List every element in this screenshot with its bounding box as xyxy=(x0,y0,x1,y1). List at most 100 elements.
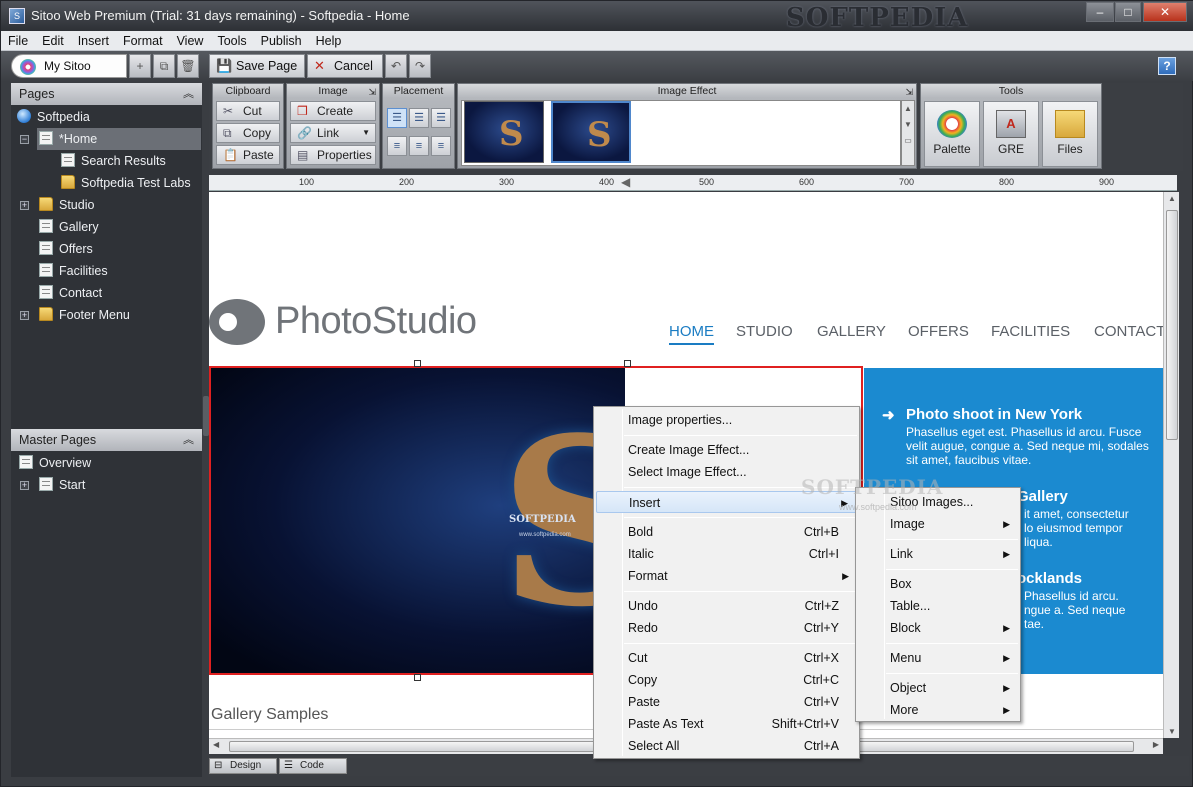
menu-item-bold[interactable]: Bold Ctrl+B xyxy=(596,521,857,543)
tree-toggle-icon[interactable]: + xyxy=(20,481,29,490)
tree-item-gallery[interactable]: Gallery xyxy=(39,216,99,238)
menu-item-italic[interactable]: Italic Ctrl+I xyxy=(596,543,857,565)
tree-item-facilities[interactable]: Facilities xyxy=(39,260,108,282)
nav-studio[interactable]: STUDIO xyxy=(736,323,793,340)
link-button[interactable]: 🔗 Link ▼ xyxy=(290,123,376,143)
align-center-wrap-icon[interactable]: ☰ xyxy=(409,108,429,128)
menu-item-copy[interactable]: Copy Ctrl+C xyxy=(596,669,857,691)
nav-facilities[interactable]: FACILITIES xyxy=(991,323,1070,340)
vertical-scrollbar[interactable]: ▲ ▼ xyxy=(1163,192,1179,738)
scroll-down-icon[interactable]: ▼ xyxy=(1168,727,1176,736)
nav-gallery[interactable]: GALLERY xyxy=(817,323,886,340)
nav-contact[interactable]: CONTACT xyxy=(1094,323,1163,340)
minimize-button[interactable]: – xyxy=(1086,2,1114,22)
my-sitoo-button[interactable]: My Sitoo xyxy=(11,54,127,78)
palette-button[interactable]: Palette xyxy=(924,101,980,167)
tree-item-start[interactable]: Start xyxy=(39,474,85,496)
resize-handle[interactable] xyxy=(414,674,421,681)
menu-insert[interactable]: Insert xyxy=(71,31,116,51)
menu-view[interactable]: View xyxy=(170,31,211,51)
menu-item-format[interactable]: Format ▶ xyxy=(596,565,857,587)
menu-item-redo[interactable]: Redo Ctrl+Y xyxy=(596,617,857,639)
help-button[interactable]: ? xyxy=(1158,57,1176,75)
save-page-button[interactable]: 💾 Save Page xyxy=(209,54,305,78)
menu-item-create-image-effect[interactable]: Create Image Effect... xyxy=(596,439,857,461)
menu-item-object[interactable]: Object ▶ xyxy=(858,677,1018,699)
pages-panel-header[interactable]: Pages ︽ xyxy=(11,83,202,105)
vertical-scroll-thumb[interactable] xyxy=(1166,210,1178,440)
tree-item-home[interactable]: *Home xyxy=(37,128,201,150)
menu-item-box[interactable]: Box xyxy=(858,573,1018,595)
menu-item-menu[interactable]: Menu ▶ xyxy=(858,647,1018,669)
tree-toggle-icon[interactable]: − xyxy=(20,135,29,144)
properties-button[interactable]: ▤ Properties xyxy=(290,145,376,165)
nav-offers[interactable]: OFFERS xyxy=(908,323,969,340)
tree-item-search-results[interactable]: Search Results xyxy=(61,150,166,172)
menu-item-image[interactable]: Image ▶ xyxy=(858,513,1018,535)
tree-item-footer-menu[interactable]: Footer Menu xyxy=(39,304,130,326)
news-heading-1[interactable]: Photo shoot in New York xyxy=(906,406,1082,423)
menu-item-link[interactable]: Link ▶ xyxy=(858,543,1018,565)
create-button[interactable]: ❒ Create xyxy=(290,101,376,121)
scroll-right-icon[interactable]: ▶ xyxy=(1153,740,1159,749)
collapse-chevron-icon[interactable]: ︽ xyxy=(183,429,194,451)
menu-help[interactable]: Help xyxy=(309,31,349,51)
tree-toggle-icon[interactable]: + xyxy=(20,311,29,320)
menu-item-more[interactable]: More ▶ xyxy=(858,699,1018,721)
cut-button[interactable]: ✂ Cut xyxy=(216,101,280,121)
menu-format[interactable]: Format xyxy=(116,31,170,51)
menu-item-cut[interactable]: Cut Ctrl+X xyxy=(596,647,857,669)
undo-icon[interactable]: ↶ xyxy=(385,54,407,78)
paste-button[interactable]: 📋 Paste xyxy=(216,145,280,165)
copy-page-icon[interactable]: ⧉ xyxy=(153,54,175,78)
nav-home[interactable]: HOME xyxy=(669,323,714,345)
menu-item-table[interactable]: Table... xyxy=(858,595,1018,617)
redo-icon[interactable]: ↷ xyxy=(409,54,431,78)
tree-item-root[interactable]: Softpedia xyxy=(17,106,90,128)
menu-item-block[interactable]: Block ▶ xyxy=(858,617,1018,639)
cancel-button[interactable]: ✕ Cancel xyxy=(307,54,383,78)
resize-handle[interactable] xyxy=(414,360,421,367)
tree-item-contact[interactable]: Contact xyxy=(39,282,102,304)
tree-item-offers[interactable]: Offers xyxy=(39,238,93,260)
tree-item-test-labs[interactable]: Softpedia Test Labs xyxy=(61,172,191,194)
menu-publish[interactable]: Publish xyxy=(254,31,309,51)
scroll-left-icon[interactable]: ◀ xyxy=(213,740,219,749)
scroll-up-icon[interactable]: ▲ xyxy=(1168,194,1176,203)
news-heading-3[interactable]: ocklands xyxy=(1017,570,1082,587)
menu-tools[interactable]: Tools xyxy=(210,31,253,51)
menu-item-select-all[interactable]: Select All Ctrl+A xyxy=(596,735,857,757)
align-left-icon[interactable]: ≡ xyxy=(387,136,407,156)
menu-item-undo[interactable]: Undo Ctrl+Z xyxy=(596,595,857,617)
menu-item-paste[interactable]: Paste Ctrl+V xyxy=(596,691,857,713)
collapse-chevron-icon[interactable]: ︽ xyxy=(183,83,194,105)
menu-file[interactable]: File xyxy=(1,31,35,51)
close-button[interactable]: ✕ xyxy=(1143,2,1187,22)
menu-item-paste-as-text[interactable]: Paste As Text Shift+Ctrl+V xyxy=(596,713,857,735)
effect-thumbnail-selected[interactable]: S xyxy=(551,101,631,163)
menu-item-image-properties[interactable]: Image properties... xyxy=(596,409,857,431)
master-pages-panel-header[interactable]: Master Pages ︽ xyxy=(11,429,202,451)
ruler-marker-icon[interactable]: ◀ xyxy=(621,175,630,189)
effect-gallery-scroll[interactable]: ▲ ▼ ▭ xyxy=(901,100,915,166)
tree-item-overview[interactable]: Overview xyxy=(19,452,91,474)
dialog-launcher-icon[interactable]: ⇲ xyxy=(368,85,376,99)
dialog-launcher-icon[interactable]: ⇲ xyxy=(905,85,913,99)
tab-code[interactable]: ☰ Code xyxy=(279,758,347,774)
files-button[interactable]: Files xyxy=(1042,101,1098,167)
maximize-button[interactable]: □ xyxy=(1115,2,1141,22)
resize-handle[interactable] xyxy=(624,360,631,367)
site-logo[interactable]: PhotoStudio xyxy=(275,300,477,343)
tree-toggle-icon[interactable]: + xyxy=(20,201,29,210)
align-left-wrap-icon[interactable]: ☰ xyxy=(387,108,407,128)
new-page-icon[interactable]: + xyxy=(129,54,151,78)
menu-edit[interactable]: Edit xyxy=(35,31,71,51)
effect-thumbnail[interactable]: S xyxy=(464,101,544,163)
delete-page-icon[interactable]: 🗑 xyxy=(177,54,199,78)
tab-design[interactable]: ⊟ Design xyxy=(209,758,277,774)
align-center-icon[interactable]: ≡ xyxy=(409,136,429,156)
align-right-wrap-icon[interactable]: ☰ xyxy=(431,108,451,128)
tree-item-studio[interactable]: Studio xyxy=(39,194,94,216)
copy-button[interactable]: ⧉ Copy xyxy=(216,123,280,143)
align-right-icon[interactable]: ≡ xyxy=(431,136,451,156)
